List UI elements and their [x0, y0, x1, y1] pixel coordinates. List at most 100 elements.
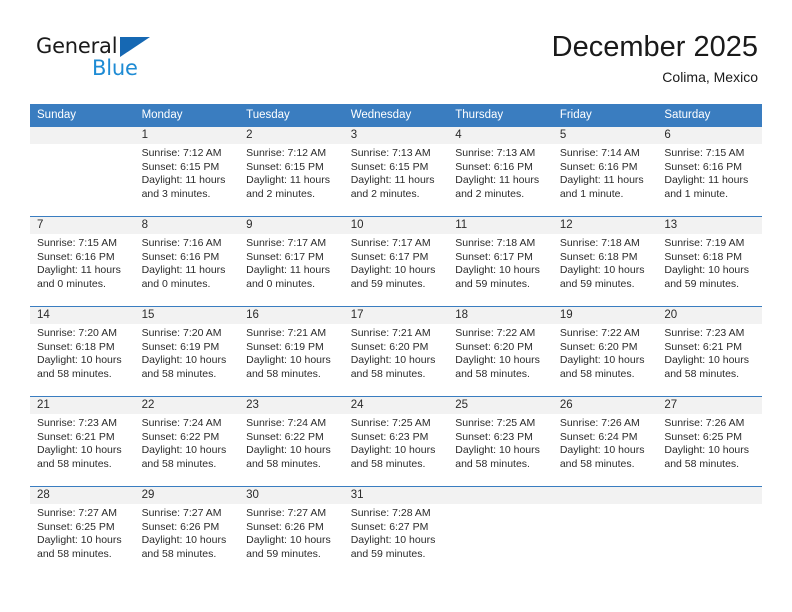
- calendar-day-cell[interactable]: 3 Sunrise: 7:13 AM Sunset: 6:15 PM Daylight…: [343, 126, 449, 217]
- day-details: Sunrise: 7:14 AM Sunset: 6:16 PM Daylight:…: [553, 144, 658, 201]
- daylight-text: Daylight: 10 hours and 58 minutes.: [246, 354, 331, 380]
- calendar-table: Sunday Monday Tuesday Wednesday Thursday…: [30, 104, 762, 576]
- calendar-day-cell[interactable]: 31 Sunrise: 7:28 AM Sunset: 6:27 PM Dayligh…: [343, 486, 449, 576]
- calendar-day-cell[interactable]: 4 Sunrise: 7:13 AM Sunset: 6:16 PM Daylight…: [448, 126, 553, 217]
- day-details: Sunrise: 7:15 AM Sunset: 6:16 PM Daylight:…: [657, 144, 762, 201]
- calendar-day-cell[interactable]: 20 Sunrise: 7:23 AM Sunset: 6:21 PM Dayligh…: [657, 306, 762, 397]
- sunrise-text: Sunrise: 7:14 AM: [559, 147, 640, 159]
- day-number: [657, 487, 762, 504]
- day-details: Sunrise: 7:24 AM Sunset: 6:22 PM Daylight:…: [239, 414, 344, 471]
- day-number: [30, 127, 135, 144]
- day-number: [552, 487, 658, 504]
- calendar-day-cell[interactable]: 30 Sunrise: 7:27 AM Sunset: 6:26 PM Dayligh…: [239, 486, 344, 576]
- calendar-day-cell[interactable]: 22 Sunrise: 7:24 AM Sunset: 6:22 PM Dayligh…: [134, 396, 240, 487]
- sunrise-text: Sunrise: 7:23 AM: [37, 417, 117, 429]
- daylight-text: Daylight: 11 hours and 0 minutes.: [246, 264, 330, 290]
- daylight-text: Daylight: 10 hours and 58 minutes.: [350, 354, 436, 380]
- day-number: 11: [448, 217, 553, 234]
- calendar-day-cell[interactable]: 11 Sunrise: 7:18 AM Sunset: 6:17 PM Dayligh…: [448, 216, 553, 307]
- calendar-day-cell[interactable]: 23 Sunrise: 7:24 AM Sunset: 6:22 PM Dayligh…: [239, 396, 344, 487]
- calendar-day-cell[interactable]: 24 Sunrise: 7:25 AM Sunset: 6:23 PM Dayligh…: [343, 396, 449, 487]
- daylight-text: Daylight: 11 hours and 2 minutes.: [350, 174, 435, 200]
- day-number: 16: [239, 307, 344, 324]
- calendar-header-row: Sunday Monday Tuesday Wednesday Thursday…: [30, 104, 762, 127]
- sunset-text: Sunset: 6:16 PM: [559, 160, 638, 173]
- calendar-day-cell[interactable]: 14 Sunrise: 7:20 AM Sunset: 6:18 PM Dayligh…: [30, 306, 135, 397]
- calendar-day-cell[interactable]: 7 Sunrise: 7:15 AM Sunset: 6:16 PM Daylight…: [30, 216, 135, 307]
- calendar-day-cell[interactable]: 26 Sunrise: 7:26 AM Sunset: 6:24 PM Dayligh…: [552, 396, 658, 487]
- calendar-day-cell[interactable]: 27 Sunrise: 7:26 AM Sunset: 6:25 PM Dayligh…: [657, 396, 762, 487]
- day-details: Sunrise: 7:19 AM Sunset: 6:18 PM Daylight:…: [657, 234, 762, 291]
- weekday-header-monday: Monday: [134, 104, 240, 127]
- sunset-text: Sunset: 6:24 PM: [559, 430, 638, 443]
- sunrise-text: Sunrise: 7:13 AM: [455, 147, 536, 159]
- daylight-text: Daylight: 10 hours and 58 minutes.: [141, 354, 227, 380]
- day-number: 23: [239, 397, 344, 414]
- calendar-day-cell[interactable]: 9 Sunrise: 7:17 AM Sunset: 6:17 PM Daylight…: [239, 216, 344, 307]
- sunset-text: Sunset: 6:15 PM: [141, 160, 220, 173]
- sunset-text: Sunset: 6:15 PM: [246, 160, 324, 173]
- title-block: December 2025 Colima, Mexico: [552, 30, 758, 86]
- daylight-text: Daylight: 10 hours and 59 minutes.: [664, 264, 750, 290]
- calendar-day-cell[interactable]: 10 Sunrise: 7:17 AM Sunset: 6:17 PM Dayligh…: [343, 216, 449, 307]
- weekday-header-tuesday: Tuesday: [239, 104, 344, 127]
- sunset-text: Sunset: 6:15 PM: [350, 160, 429, 173]
- sunset-text: Sunset: 6:16 PM: [664, 160, 743, 173]
- calendar-day-cell[interactable]: 2 Sunrise: 7:12 AM Sunset: 6:15 PM Daylight…: [239, 126, 344, 217]
- generalblue-logo[interactable]: General Blue: [36, 34, 166, 82]
- logo-text-blue: Blue: [92, 56, 138, 80]
- sunrise-text: Sunrise: 7:26 AM: [664, 417, 745, 429]
- sunrise-text: Sunrise: 7:25 AM: [455, 417, 536, 429]
- day-number: 17: [343, 307, 449, 324]
- calendar-day-cell[interactable]: 15 Sunrise: 7:20 AM Sunset: 6:19 PM Dayligh…: [134, 306, 240, 397]
- sunrise-text: Sunrise: 7:27 AM: [246, 507, 327, 519]
- calendar-day-cell[interactable]: 21 Sunrise: 7:23 AM Sunset: 6:21 PM Dayligh…: [30, 396, 135, 487]
- day-number: 6: [657, 127, 762, 144]
- daylight-text: Daylight: 10 hours and 58 minutes.: [246, 444, 331, 470]
- weekday-header-thursday: Thursday: [448, 104, 553, 127]
- calendar-day-cell[interactable]: 28 Sunrise: 7:27 AM Sunset: 6:25 PM Dayligh…: [30, 486, 135, 576]
- calendar-week-row: 14 Sunrise: 7:20 AM Sunset: 6:18 PM Dayligh…: [30, 306, 762, 397]
- daylight-text: Daylight: 10 hours and 58 minutes.: [141, 534, 227, 560]
- sunrise-text: Sunrise: 7:17 AM: [246, 237, 327, 249]
- calendar-day-cell[interactable]: 13 Sunrise: 7:19 AM Sunset: 6:18 PM Dayligh…: [657, 216, 762, 307]
- daylight-text: Daylight: 10 hours and 58 minutes.: [350, 444, 436, 470]
- calendar-week-row: 1 Sunrise: 7:12 AM Sunset: 6:15 PM Daylight…: [30, 126, 762, 217]
- day-details: Sunrise: 7:21 AM Sunset: 6:20 PM Daylight:…: [344, 324, 449, 381]
- calendar-day-cell[interactable]: 18 Sunrise: 7:22 AM Sunset: 6:20 PM Dayligh…: [448, 306, 553, 397]
- sunset-text: Sunset: 6:17 PM: [455, 250, 533, 263]
- calendar-week-row: 7 Sunrise: 7:15 AM Sunset: 6:16 PM Daylight…: [30, 216, 762, 307]
- page-title: December 2025: [551, 31, 758, 63]
- sunset-text: Sunset: 6:18 PM: [37, 340, 115, 353]
- calendar-day-cell[interactable]: 8 Sunrise: 7:16 AM Sunset: 6:16 PM Daylight…: [134, 216, 240, 307]
- calendar-day-cell[interactable]: 29 Sunrise: 7:27 AM Sunset: 6:26 PM Dayligh…: [134, 486, 240, 576]
- day-number: 14: [30, 307, 135, 324]
- sunrise-text: Sunrise: 7:15 AM: [664, 147, 745, 159]
- day-number: 21: [30, 397, 135, 414]
- daylight-text: Daylight: 10 hours and 59 minutes.: [559, 264, 645, 290]
- calendar-day-cell[interactable]: 6 Sunrise: 7:15 AM Sunset: 6:16 PM Daylight…: [657, 126, 762, 217]
- day-details: Sunrise: 7:15 AM Sunset: 6:16 PM Daylight:…: [30, 234, 135, 291]
- daylight-text: Daylight: 10 hours and 58 minutes.: [37, 534, 122, 560]
- calendar-day-cell[interactable]: 17 Sunrise: 7:21 AM Sunset: 6:20 PM Dayligh…: [343, 306, 449, 397]
- sunset-text: Sunset: 6:20 PM: [455, 340, 533, 353]
- daylight-text: Daylight: 10 hours and 58 minutes.: [37, 444, 122, 470]
- day-number: 28: [30, 487, 135, 504]
- daylight-text: Daylight: 11 hours and 0 minutes.: [141, 264, 226, 290]
- sunset-text: Sunset: 6:16 PM: [455, 160, 533, 173]
- sunset-text: Sunset: 6:18 PM: [664, 250, 743, 263]
- calendar-week-row: 21 Sunrise: 7:23 AM Sunset: 6:21 PM Dayligh…: [30, 396, 762, 487]
- calendar-day-cell[interactable]: 16 Sunrise: 7:21 AM Sunset: 6:19 PM Dayligh…: [239, 306, 344, 397]
- daylight-text: Daylight: 10 hours and 58 minutes.: [455, 354, 540, 380]
- calendar-day-cell[interactable]: 25 Sunrise: 7:25 AM Sunset: 6:23 PM Dayligh…: [448, 396, 553, 487]
- calendar-day-cell[interactable]: 19 Sunrise: 7:22 AM Sunset: 6:20 PM Dayligh…: [552, 306, 658, 397]
- calendar-day-cell[interactable]: 12 Sunrise: 7:18 AM Sunset: 6:18 PM Dayligh…: [552, 216, 658, 307]
- calendar-empty-cell: [657, 486, 762, 576]
- sunset-text: Sunset: 6:17 PM: [350, 250, 429, 263]
- calendar-day-cell[interactable]: 5 Sunrise: 7:14 AM Sunset: 6:16 PM Daylight…: [552, 126, 658, 217]
- day-details: Sunrise: 7:18 AM Sunset: 6:17 PM Daylight:…: [448, 234, 553, 291]
- day-details: Sunrise: 7:27 AM Sunset: 6:26 PM Daylight:…: [239, 504, 344, 561]
- calendar-day-cell[interactable]: 1 Sunrise: 7:12 AM Sunset: 6:15 PM Daylight…: [134, 126, 240, 217]
- sunset-text: Sunset: 6:22 PM: [141, 430, 220, 443]
- daylight-text: Daylight: 10 hours and 58 minutes.: [559, 444, 645, 470]
